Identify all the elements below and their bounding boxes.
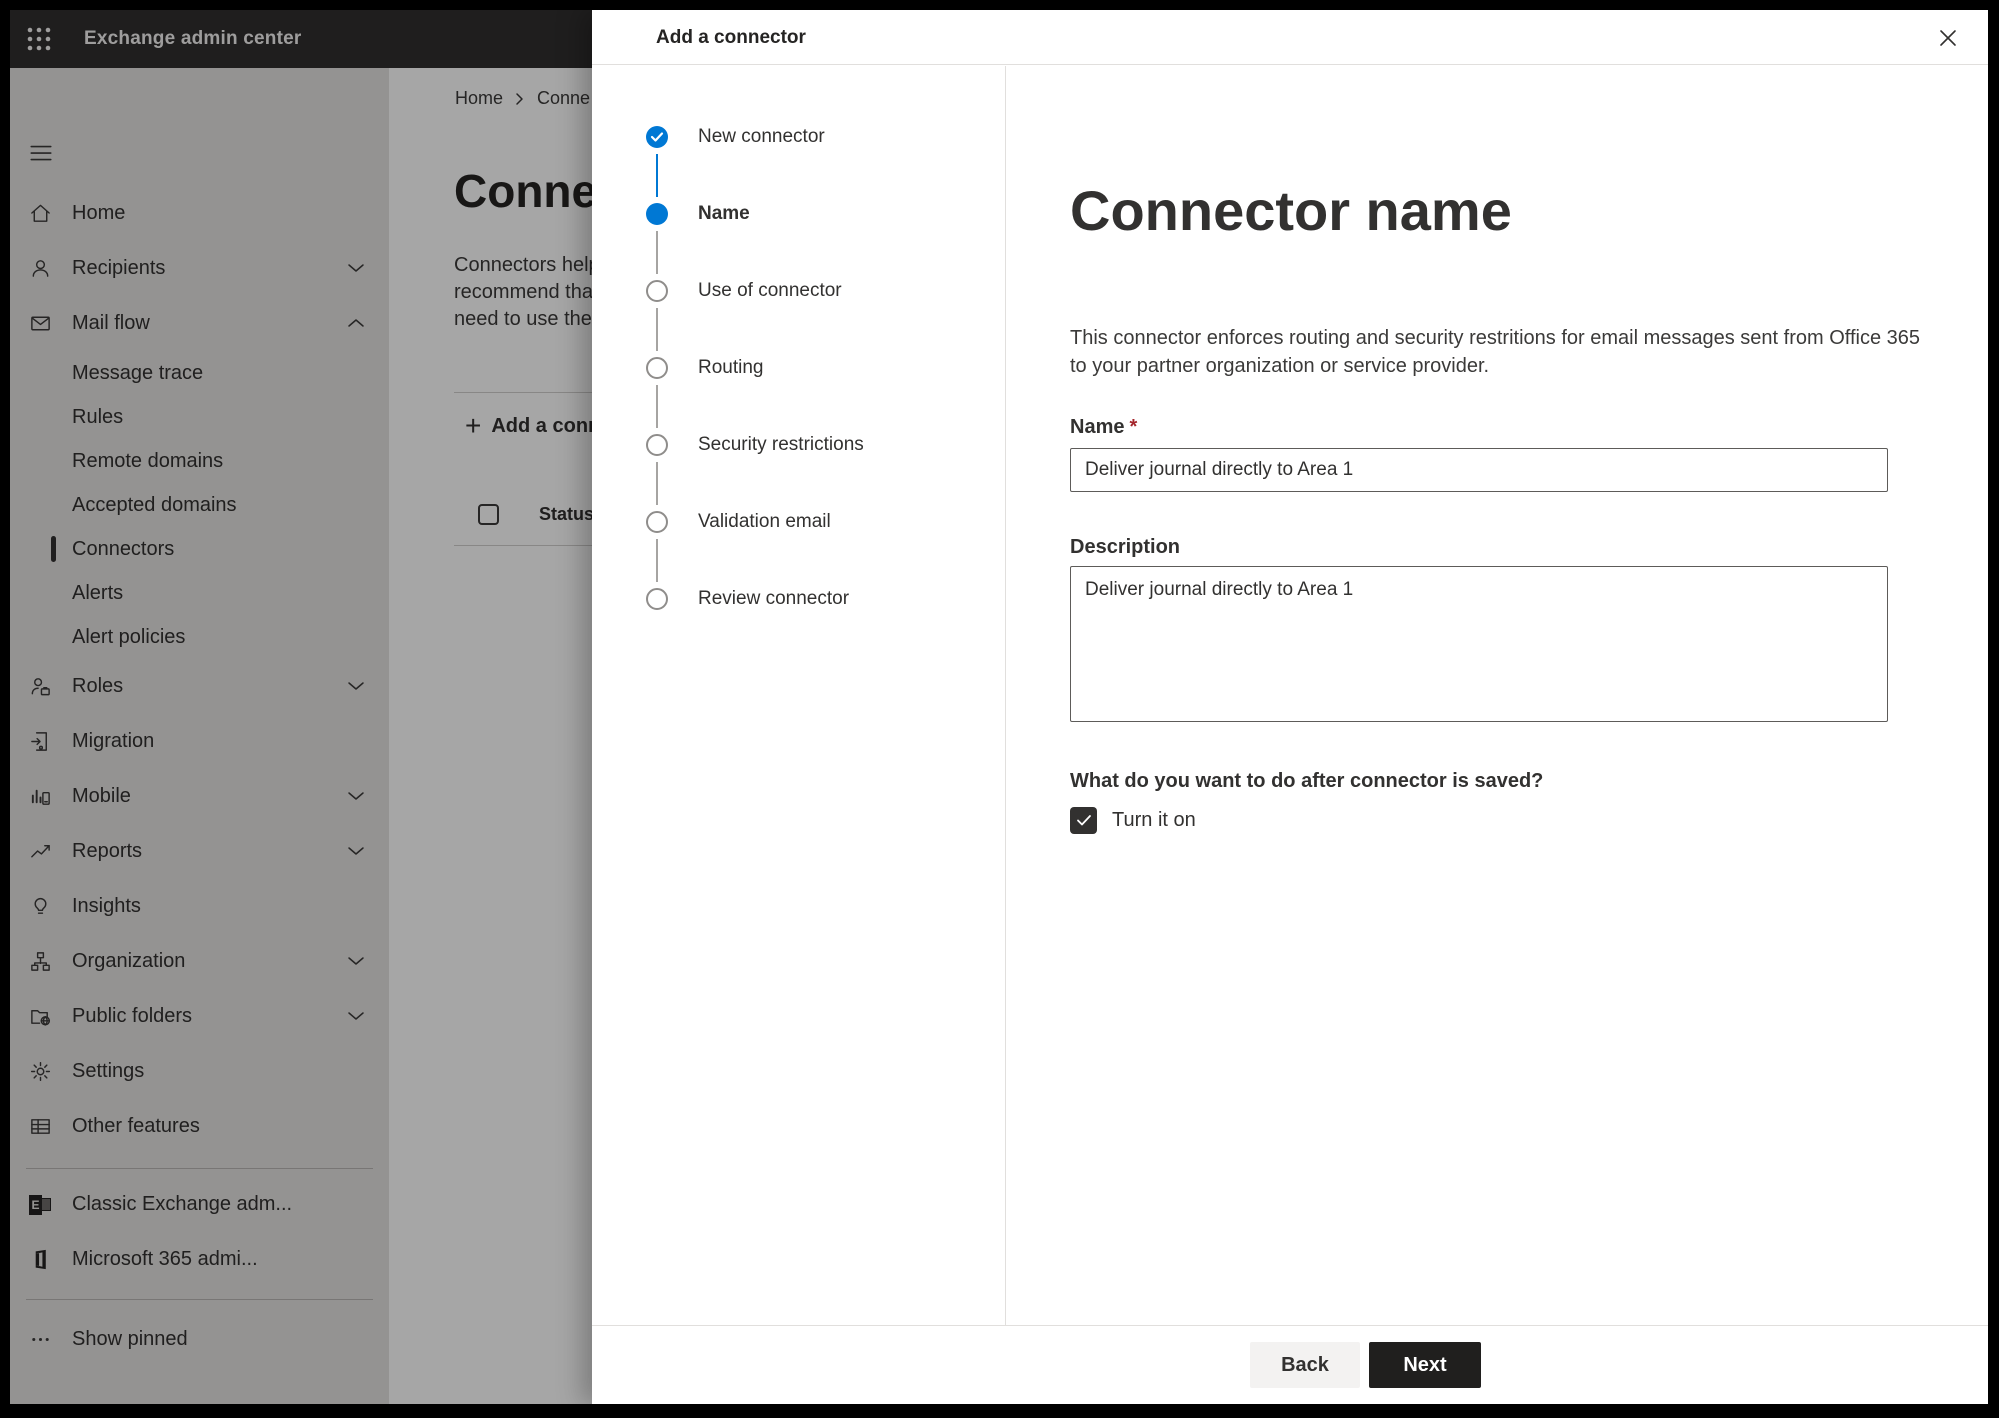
step-pending-icon: [646, 511, 668, 533]
dialog-header: Add a connector: [592, 10, 1988, 65]
dialog-title: Add a connector: [656, 27, 806, 48]
screen: Exchange admin center Home Recipients Ma…: [10, 10, 1988, 1404]
required-asterisk: *: [1129, 416, 1138, 438]
name-field-label: Name *: [1070, 416, 1138, 438]
step-description: This connector enforces routing and secu…: [1070, 327, 1921, 377]
checkmark-icon: [1076, 815, 1091, 826]
step-pending-icon: [646, 280, 668, 302]
add-connector-dialog: Add a connector New connector Name Use o…: [592, 10, 1988, 1404]
step-connector-line: [656, 154, 658, 197]
step-current-icon: [646, 203, 668, 225]
step-pending-icon: [646, 357, 668, 379]
step-connector-line: [656, 231, 658, 274]
connector-name-input[interactable]: [1070, 448, 1888, 492]
connector-description-textarea[interactable]: Deliver journal directly to Area 1: [1070, 566, 1888, 722]
back-button[interactable]: Back: [1250, 1342, 1360, 1388]
description-field-label: Description: [1070, 536, 1181, 558]
after-save-question: What do you want to do after connector i…: [1070, 770, 1544, 792]
dialog-column-divider: [1005, 66, 1006, 1325]
step-connector-line: [656, 539, 658, 582]
turn-it-on-checkbox[interactable]: [1070, 807, 1097, 834]
step-connector-line: [656, 462, 658, 505]
turn-it-on-label: Turn it on: [1112, 809, 1196, 831]
step-pending-icon: [646, 434, 668, 456]
step-connector-line: [656, 385, 658, 428]
turn-it-on-row: Turn it on: [1070, 807, 1196, 834]
close-button[interactable]: [1934, 24, 1962, 52]
step-pending-icon: [646, 588, 668, 610]
step-complete-icon: [646, 126, 668, 148]
step-connector-line: [656, 308, 658, 351]
close-icon: [1940, 30, 1956, 46]
step-heading: Connector name: [1070, 179, 1512, 242]
next-button[interactable]: Next: [1369, 1342, 1481, 1388]
footer-divider: [592, 1325, 1988, 1326]
